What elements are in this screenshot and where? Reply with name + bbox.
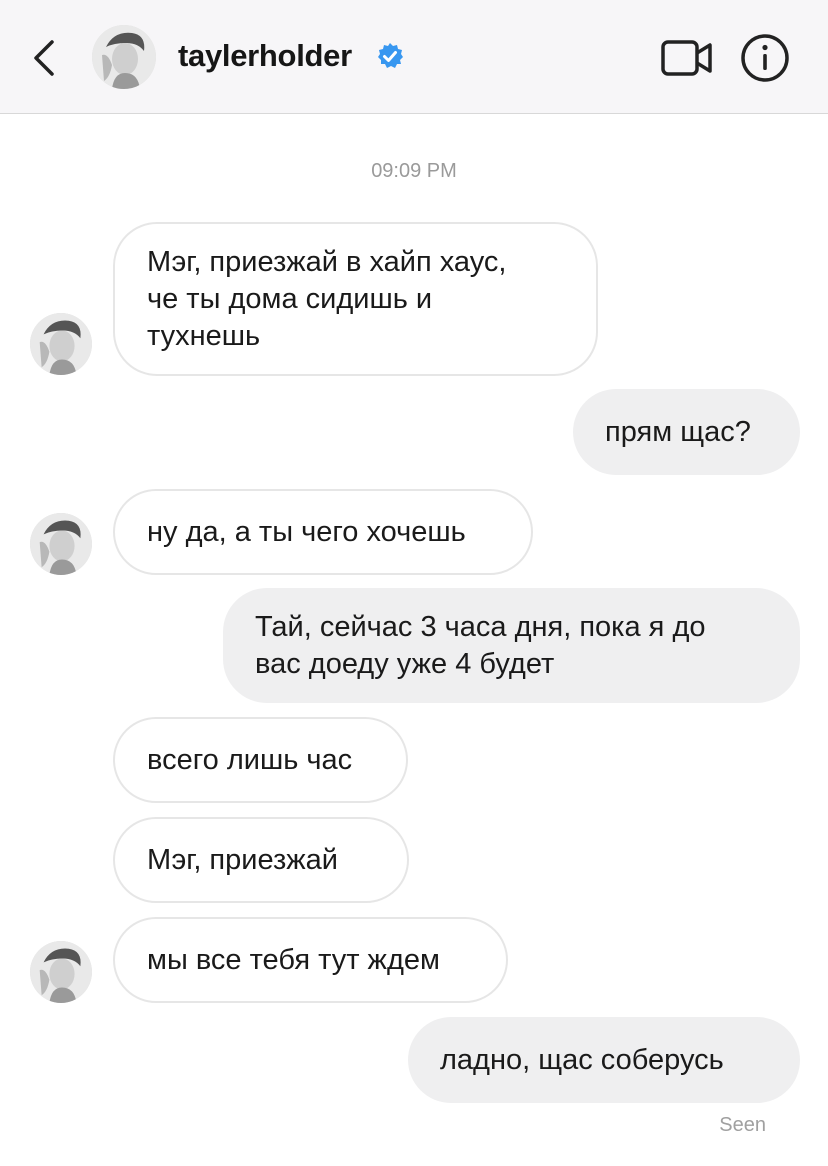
info-icon[interactable]: [740, 33, 790, 83]
outgoing-message-bubble[interactable]: Тай, сейчас 3 часа дня, пока я до вас до…: [223, 588, 800, 703]
seen-status: Seen: [719, 1114, 766, 1136]
sender-avatar[interactable]: [30, 313, 92, 375]
sender-avatar[interactable]: [30, 513, 92, 575]
sender-avatar[interactable]: [30, 941, 92, 1003]
profile-avatar[interactable]: [92, 25, 156, 89]
message-timestamp: 09:09 PM: [371, 160, 457, 182]
chat-username[interactable]: taylerholder: [178, 38, 352, 74]
video-call-icon[interactable]: [660, 36, 714, 80]
incoming-message-bubble[interactable]: Мэг, приезжай: [113, 817, 409, 903]
incoming-message-bubble[interactable]: ну да, а ты чего хочешь: [113, 489, 533, 575]
incoming-message-bubble[interactable]: всего лишь час: [113, 717, 408, 803]
chat-header: taylerholder: [0, 0, 828, 114]
outgoing-message-bubble[interactable]: ладно, щас соберусь: [408, 1017, 800, 1103]
back-chevron-icon[interactable]: [28, 36, 62, 80]
outgoing-message-bubble[interactable]: прям щас?: [573, 389, 800, 475]
incoming-message-bubble[interactable]: Мэг, приезжай в хайп хаус, че ты дома си…: [113, 222, 598, 376]
incoming-message-bubble[interactable]: мы все тебя тут ждем: [113, 917, 508, 1003]
verified-badge-icon: [378, 43, 403, 68]
